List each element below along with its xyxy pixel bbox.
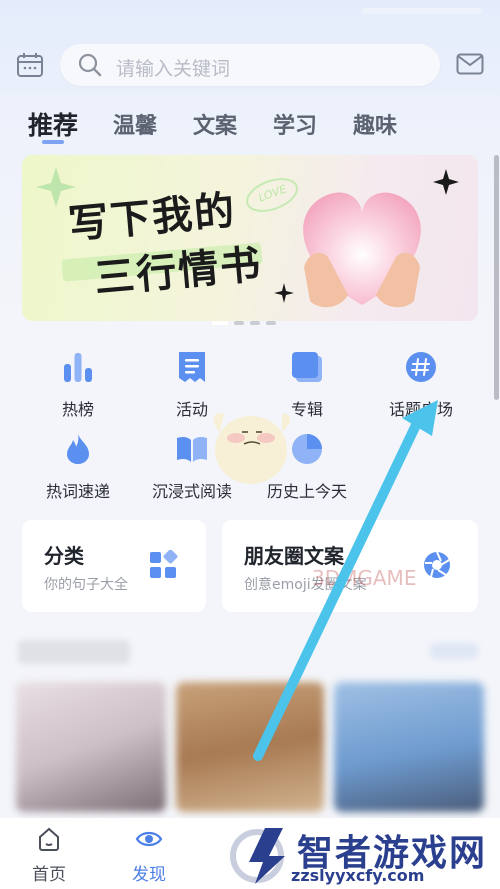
album-icon <box>290 350 324 384</box>
grid-item-hot-list[interactable]: 热榜 <box>28 350 128 420</box>
tab-fun[interactable]: 趣味 <box>353 108 397 140</box>
tab-study[interactable]: 学习 <box>273 108 317 140</box>
section-title-blurred <box>18 640 130 664</box>
category-tabs: 推荐 温馨 文案 学习 趣味 <box>28 108 468 148</box>
nav-home[interactable]: 首页 <box>14 826 84 885</box>
site-watermark: 智者游戏网 zzslyyxcfy.com <box>225 820 500 889</box>
content-thumbnail[interactable] <box>334 682 484 812</box>
card-title: 朋友圈文案 <box>244 544 344 568</box>
nav-label: 发现 <box>132 865 166 885</box>
grid-label: 话题广场 <box>388 400 453 419</box>
search-icon <box>78 53 102 81</box>
eye-icon <box>135 831 163 856</box>
pagination-dot <box>250 321 260 325</box>
tab-indicator <box>42 140 64 144</box>
search-input[interactable]: 请输入关键词 <box>60 44 440 86</box>
grid-item-hot-words[interactable]: 热词速递 <box>28 432 128 502</box>
bar-chart-icon <box>61 350 95 384</box>
section-more-blurred <box>430 643 478 659</box>
category-grid-icon <box>148 549 178 584</box>
mail-icon[interactable] <box>456 53 484 79</box>
card-subtitle: 你的句子大全 <box>44 577 128 593</box>
pagination-dot <box>212 321 228 325</box>
scrollbar[interactable] <box>494 155 499 400</box>
search-placeholder: 请输入关键词 <box>116 58 231 80</box>
hashtag-icon <box>404 350 438 384</box>
watermark-logo <box>230 828 285 884</box>
nav-discover[interactable]: 发现 <box>114 826 184 885</box>
status-indicator <box>362 8 482 14</box>
mascot-sticker <box>196 398 306 498</box>
grid-item-topic-square[interactable]: 话题广场 <box>371 350 471 420</box>
home-icon <box>36 827 62 856</box>
flame-icon <box>61 432 95 466</box>
tab-copywriting[interactable]: 文案 <box>193 108 237 140</box>
tab-recommend[interactable]: 推荐 <box>28 106 78 142</box>
grid-label: 热词速递 <box>45 482 110 501</box>
watermark-url: zzslyyxcfy.com <box>291 866 425 885</box>
card-categories[interactable]: 分类 你的句子大全 <box>22 520 206 612</box>
banner-pagination <box>212 310 282 329</box>
document-icon <box>175 350 209 384</box>
ghost-watermark: 3DMGAME <box>312 566 417 590</box>
content-thumbnail[interactable] <box>176 682 324 812</box>
content-thumbnail[interactable] <box>16 682 166 812</box>
grid-label: 热榜 <box>61 400 94 419</box>
tab-warm[interactable]: 温馨 <box>113 108 157 140</box>
pagination-dot <box>266 321 276 325</box>
card-title: 分类 <box>44 544 84 568</box>
pagination-dot <box>234 321 244 325</box>
calendar-icon[interactable] <box>16 52 43 77</box>
nav-label: 首页 <box>32 865 66 885</box>
aperture-icon <box>422 550 452 584</box>
promo-banner[interactable]: 写下我的 三行情书 LOVE <box>22 155 478 321</box>
